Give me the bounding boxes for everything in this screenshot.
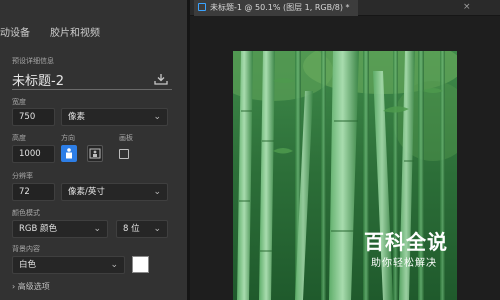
bit-depth-select[interactable]: 8 位 ⌄ (116, 220, 168, 238)
ps-document-icon (198, 3, 206, 11)
panel-separator (187, 0, 190, 300)
height-label: 高度 (12, 134, 26, 142)
background-contents-value: 白色 (19, 260, 37, 270)
document-tab[interactable]: 未标题-1 @ 50.1% (图层 1, RGB/8) * (194, 0, 358, 16)
resolution-label: 分辨率 (12, 172, 33, 180)
artboard-label: 画板 (119, 134, 133, 142)
watermark-subtitle: 助你轻松解决 (371, 258, 437, 269)
background-contents-label: 背景内容 (12, 245, 40, 253)
advanced-options-label: 高级选项 (17, 282, 50, 291)
chevron-right-icon: › (12, 282, 16, 291)
background-contents-select[interactable]: 白色 ⌄ (12, 256, 125, 274)
document-tab-bar: 未标题-1 @ 50.1% (图层 1, RGB/8) * × (190, 0, 500, 16)
preset-category-tabs: 动设备 胶片和视频 (0, 0, 187, 47)
preset-details-label: 预设详细信息 (12, 57, 54, 65)
width-label: 宽度 (12, 98, 26, 106)
document-name-underline (12, 89, 172, 90)
chevron-down-icon: ⌄ (93, 224, 101, 234)
chevron-down-icon: ⌄ (153, 224, 161, 234)
watermark-title: 百科全说 (364, 230, 448, 254)
document-tab-title: 未标题-1 @ 50.1% (图层 1, RGB/8) * (210, 3, 350, 12)
color-mode-label: 颜色模式 (12, 209, 40, 217)
height-input[interactable]: 1000 (12, 145, 55, 163)
chevron-down-icon: ⌄ (153, 187, 161, 197)
width-unit-value: 像素 (68, 112, 86, 122)
close-icon[interactable]: × (463, 2, 471, 12)
resolution-unit-value: 像素/英寸 (68, 187, 105, 197)
chevron-down-icon: ⌄ (153, 112, 161, 122)
landscape-icon (89, 148, 101, 159)
color-mode-value: RGB 颜色 (19, 224, 58, 234)
tab-film-video[interactable]: 胶片和视频 (50, 24, 100, 39)
color-mode-select[interactable]: RGB 颜色 ⌄ (12, 220, 108, 238)
width-input[interactable]: 750 (12, 108, 55, 126)
resolution-unit-select[interactable]: 像素/英寸 ⌄ (61, 183, 168, 201)
portrait-orientation-button[interactable] (61, 145, 77, 162)
portrait-icon (66, 148, 72, 159)
orientation-label: 方向 (61, 134, 75, 142)
tab-mobile[interactable]: 动设备 (0, 24, 30, 39)
bit-depth-value: 8 位 (123, 224, 140, 234)
resolution-input[interactable]: 72 (12, 183, 55, 201)
artboard-checkbox[interactable] (119, 149, 129, 159)
save-preset-icon[interactable] (154, 73, 168, 85)
background-color-swatch[interactable] (132, 256, 149, 273)
new-document-dialog: 动设备 胶片和视频 预设详细信息 未标题-2 宽度 750 像素 ⌄ 高度 方向… (0, 0, 187, 300)
advanced-options-toggle[interactable]: › 高级选项 (12, 281, 50, 292)
chevron-down-icon: ⌄ (110, 260, 118, 270)
landscape-orientation-button[interactable] (87, 145, 103, 162)
width-unit-select[interactable]: 像素 ⌄ (61, 108, 168, 126)
document-name-input[interactable]: 未标题-2 (12, 70, 64, 89)
